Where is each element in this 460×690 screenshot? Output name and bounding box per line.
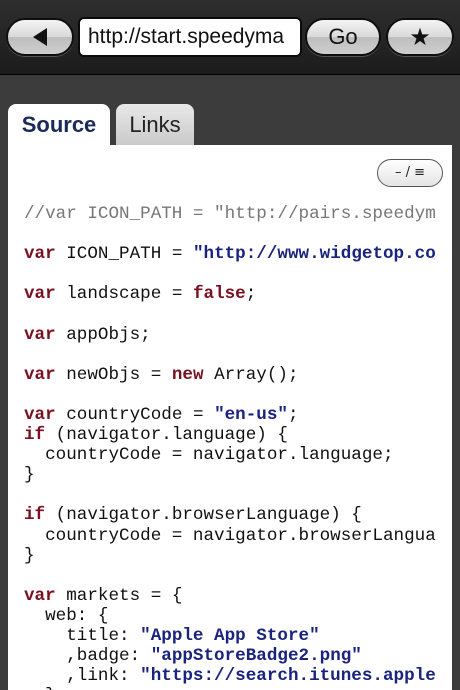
code-string: "Apple App Store" — [140, 625, 320, 646]
code-line: var landscape = false; — [24, 284, 436, 304]
source-code: //var ICON_PATH = "http://pairs.speedym … — [24, 204, 436, 690]
code-string: "http://www.widgetop.co — [192, 244, 436, 265]
code-text: } — [24, 465, 35, 486]
code-line: web: { — [24, 606, 436, 626]
browser-window: http://start.speedyma Go ★ Source Links … — [0, 0, 460, 690]
back-arrow-icon — [33, 28, 47, 46]
url-field[interactable]: http://start.speedyma — [78, 17, 302, 57]
code-text: ,link: — [24, 666, 141, 687]
code-line: countryCode = navigator.language; — [24, 445, 436, 465]
code-text: } — [24, 545, 35, 566]
star-icon: ★ — [409, 23, 431, 51]
code-text: markets = { — [55, 585, 183, 606]
code-line: } — [24, 546, 436, 566]
code-text: Array(); — [203, 364, 299, 385]
code-line: if (navigator.language) { — [24, 425, 436, 445]
code-text: (navigator.language) { — [45, 425, 288, 446]
code-keyword: new — [171, 364, 204, 385]
code-keyword: if — [24, 505, 46, 526]
code-line: var countryCode = "en-us"; — [24, 405, 436, 425]
tab-source[interactable]: Source — [8, 104, 110, 148]
code-line: ,badge: "appStoreBadge2.png" — [24, 646, 436, 666]
back-button[interactable] — [6, 18, 74, 56]
code-keyword: var — [24, 585, 56, 606]
code-comment: //var ICON_PATH = "http://pairs.speedym — [24, 204, 436, 224]
code-keyword: var — [24, 244, 56, 265]
code-text: web: { — [24, 605, 109, 626]
code-line: title: "Apple App Store" — [24, 626, 436, 646]
code-text: ; — [245, 284, 257, 305]
bookmark-button[interactable]: ★ — [386, 18, 454, 56]
code-text: newObjs = — [55, 364, 172, 385]
code-line: }, — [24, 686, 436, 690]
code-keyword: var — [24, 404, 56, 425]
code-line: var newObjs = new Array(); — [24, 365, 436, 385]
code-string: "en-us" — [214, 404, 288, 425]
code-line: var ICON_PATH = "http://www.widgetop.co — [24, 244, 436, 264]
code-line: var markets = { — [24, 586, 436, 606]
code-keyword: var — [24, 284, 56, 305]
code-string: "https://search.itunes.apple — [140, 666, 436, 687]
code-text: landscape = — [55, 284, 193, 305]
code-line: ,link: "https://search.itunes.apple — [24, 666, 436, 686]
code-text: ,badge: — [24, 646, 151, 667]
code-keyword: var — [24, 364, 56, 385]
code-line: var appObjs; — [24, 325, 436, 345]
code-line: //var ICON_PATH = "http://pairs.speedym — [24, 204, 436, 224]
code-keyword: if — [24, 425, 46, 446]
code-text: countryCode = — [55, 404, 215, 425]
code-text: title: — [24, 625, 141, 646]
code-text: }, — [24, 686, 66, 690]
code-line: countryCode = navigator.browserLangua — [24, 526, 436, 546]
code-text: ; — [287, 404, 299, 425]
go-button[interactable]: Go — [305, 18, 381, 56]
code-line: if (navigator.browserLanguage) { — [24, 505, 436, 525]
code-string: "appStoreBadge2.png" — [150, 646, 362, 667]
source-panel[interactable]: – / ≡ //var ICON_PATH = "http://pairs.sp… — [8, 145, 452, 690]
wrap-toggle-button[interactable]: – / ≡ — [377, 159, 443, 187]
code-text: (navigator.browserLanguage) { — [45, 505, 362, 526]
code-text: appObjs; — [55, 324, 151, 345]
code-keyword: var — [24, 324, 56, 345]
code-text: ICON_PATH = — [55, 244, 193, 265]
code-text: countryCode = navigator.language; — [24, 445, 394, 466]
code-line: } — [24, 465, 436, 485]
code-text: countryCode = navigator.browserLangua — [24, 525, 436, 546]
tab-links[interactable]: Links — [116, 104, 194, 146]
top-toolbar: http://start.speedyma Go ★ — [0, 0, 460, 75]
code-keyword: false — [192, 284, 246, 305]
